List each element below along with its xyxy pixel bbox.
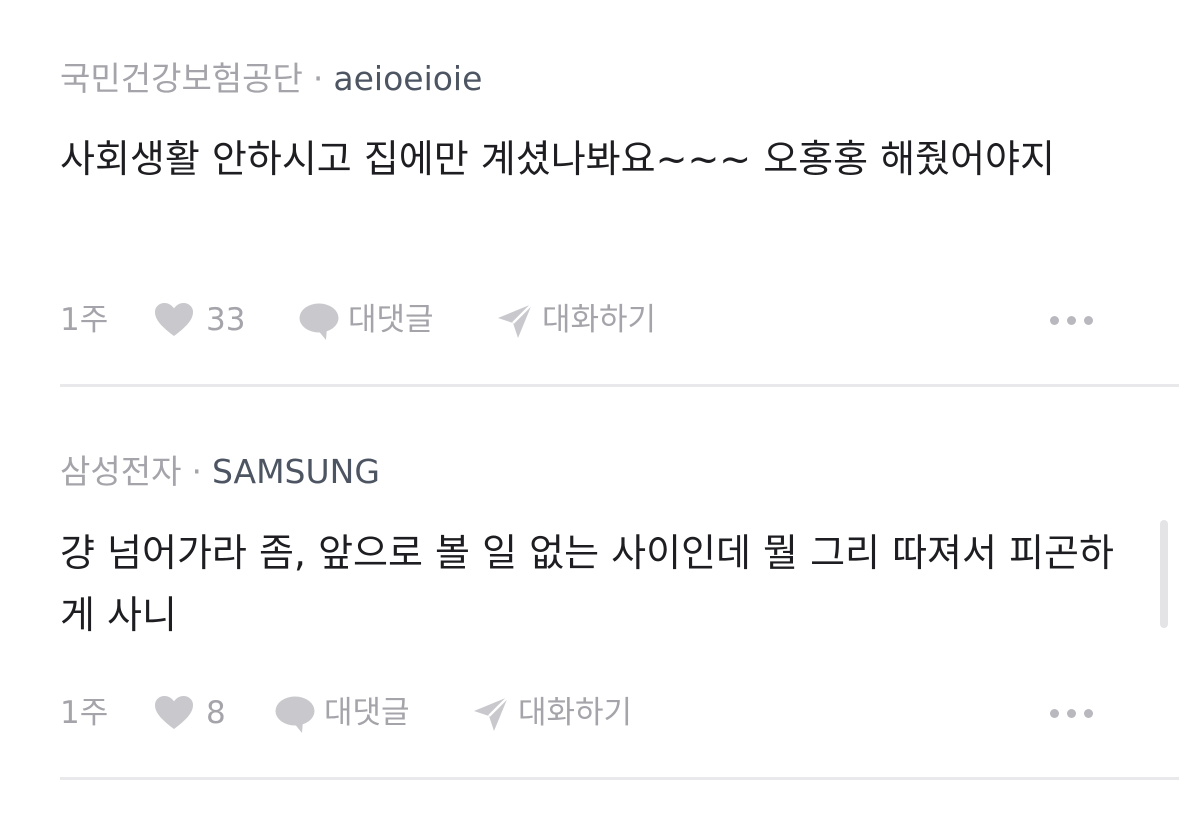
more-dots-icon[interactable] bbox=[1046, 306, 1098, 334]
paper-plane-icon bbox=[474, 696, 509, 731]
comment-feed: 국민건강보험공단 · aeioeioie 사회생활 안하시고 집에만 계셨나봐요~~… bbox=[0, 0, 1179, 822]
comment-time: 1주 bbox=[60, 302, 109, 338]
like-count: 8 bbox=[206, 695, 226, 731]
comment-actions: 1주 33 대댓글 대화하기 bbox=[60, 298, 1100, 342]
more-dots-icon[interactable] bbox=[1046, 699, 1098, 727]
comment-time: 1주 bbox=[60, 695, 109, 731]
speech-bubble-icon bbox=[275, 696, 315, 733]
paper-plane-icon bbox=[498, 303, 533, 338]
company-name[interactable]: 국민건강보험공단 bbox=[60, 59, 303, 98]
comment-item: 국민건강보험공단 · aeioeioie 사회생활 안하시고 집에만 계셨나봐요~~… bbox=[60, 0, 1179, 388]
author-name[interactable]: SAMSUNG bbox=[212, 452, 380, 491]
comment-body: 사회생활 안하시고 집에만 계셨나봐요~~~ 오홍홍 해줬어야지 bbox=[60, 137, 1055, 181]
company-name[interactable]: 삼성전자 bbox=[60, 452, 181, 491]
comment-meta: 삼성전자 · SAMSUNG bbox=[60, 450, 380, 494]
speech-bubble-icon bbox=[299, 303, 339, 340]
comment-body: 걍 넘어가라 좀, 앞으로 볼 일 없는 사이인데 뭘 그리 따져서 피곤하게 … bbox=[60, 531, 1114, 637]
comment-item: 삼성전자 · SAMSUNG 걍 넘어가라 좀, 앞으로 볼 일 없는 사이인데 뭘… bbox=[60, 388, 1179, 781]
like-count: 33 bbox=[206, 302, 246, 338]
chat-label: 대화하기 bbox=[542, 302, 657, 338]
reply-label: 대댓글 bbox=[348, 302, 434, 338]
scrollbar[interactable] bbox=[1160, 520, 1168, 628]
comment-actions: 1주 8 대댓글 대화하기 bbox=[60, 691, 1100, 735]
author-name[interactable]: aeioeioie bbox=[333, 59, 482, 98]
comment-meta: 국민건강보험공단 · aeioeioie bbox=[60, 57, 482, 101]
heart-icon bbox=[155, 303, 193, 336]
heart-icon bbox=[155, 696, 193, 729]
divider bbox=[60, 384, 1179, 387]
divider bbox=[60, 777, 1179, 780]
meta-separator: · bbox=[191, 452, 202, 491]
chat-label: 대화하기 bbox=[518, 695, 633, 731]
meta-separator: · bbox=[312, 59, 324, 98]
reply-label: 대댓글 bbox=[324, 695, 410, 731]
